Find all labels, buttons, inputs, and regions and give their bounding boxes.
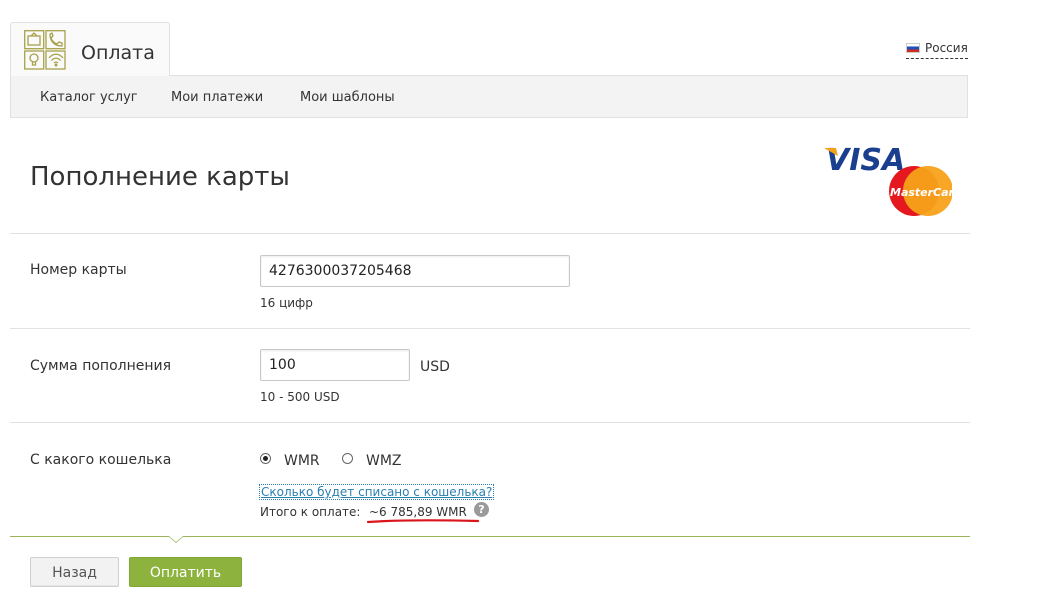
wallet-label: С какого кошелька xyxy=(30,452,172,468)
tab-title: Оплата xyxy=(81,42,155,64)
russia-flag-icon xyxy=(906,43,920,53)
divider-pointer-inner xyxy=(169,536,183,542)
visa-logo: VISA xyxy=(826,143,905,178)
total-value: ~6 785,89 WMR xyxy=(369,505,467,519)
amount-label: Сумма пополнения xyxy=(30,358,172,374)
amount-currency: USD xyxy=(420,359,450,375)
divider xyxy=(10,233,970,234)
nav-item-payments[interactable]: Мои платежи xyxy=(171,90,263,106)
divider xyxy=(10,328,970,329)
mastercard-logo: MasterCard xyxy=(890,186,952,199)
region-label: Россия xyxy=(925,41,968,55)
divider xyxy=(10,422,970,423)
back-button[interactable]: Назад xyxy=(30,557,119,587)
wallet-radio-wmz[interactable] xyxy=(342,453,353,464)
services-logo xyxy=(24,30,66,70)
card-number-label: Номер карты xyxy=(30,262,127,278)
nav-item-templates[interactable]: Мои шаблоны xyxy=(300,90,395,106)
amount-hint: 10 - 500 USD xyxy=(260,390,340,404)
wallet-option-wmz-label[interactable]: WMZ xyxy=(366,452,402,470)
nav-bar xyxy=(10,75,968,118)
nav-item-catalog[interactable]: Каталог услуг xyxy=(40,90,138,106)
amount-input[interactable] xyxy=(260,349,410,381)
card-brands-logo: VISA MasterCard xyxy=(824,143,952,216)
pay-button[interactable]: Оплатить xyxy=(129,557,242,587)
card-number-input[interactable] xyxy=(260,255,570,287)
region-selector[interactable]: Россия xyxy=(906,41,968,59)
wallet-option-wmr-label[interactable]: WMR xyxy=(284,452,320,470)
debit-amount-link[interactable]: Сколько будет списано с кошелька? xyxy=(259,484,495,500)
wallet-radio-wmr[interactable] xyxy=(260,453,271,464)
card-number-hint: 16 цифр xyxy=(260,296,313,310)
page-title: Пополнение карты xyxy=(30,162,290,192)
form-footer-divider xyxy=(10,536,970,537)
help-icon[interactable]: ? xyxy=(474,502,489,517)
red-highlight-underline xyxy=(367,519,479,524)
total-label: Итого к оплате: xyxy=(260,505,361,519)
